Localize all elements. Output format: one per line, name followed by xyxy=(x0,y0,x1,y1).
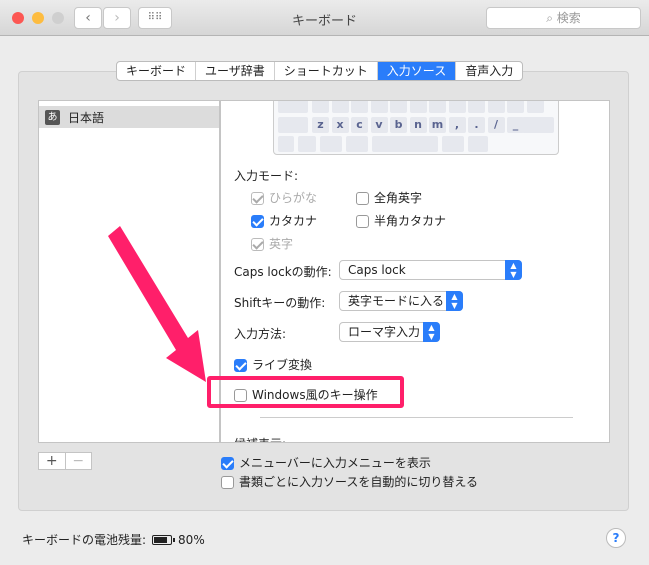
annotation-arrow-icon xyxy=(108,226,206,382)
